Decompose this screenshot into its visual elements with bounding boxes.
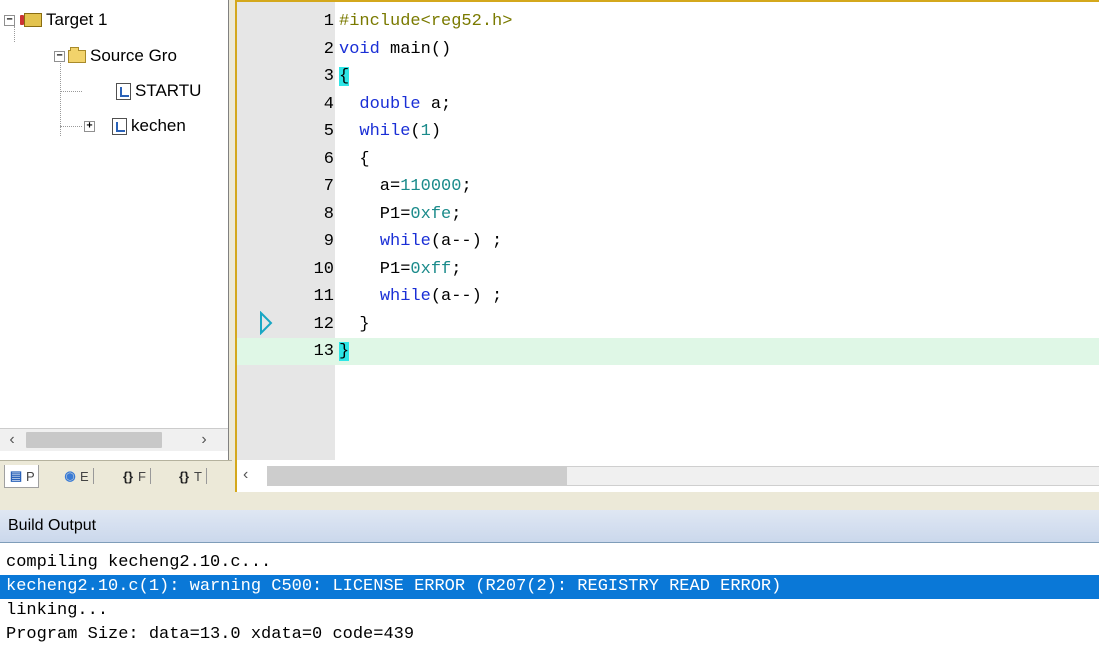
code-text[interactable]: P1=0xfe; — [339, 201, 462, 228]
tab-label: F — [138, 468, 146, 484]
tree-item-label: Target 1 — [46, 10, 108, 29]
line-number: 10 — [313, 259, 334, 279]
tab-templates[interactable]: {} T — [176, 465, 207, 487]
tab-label: P — [26, 468, 35, 484]
build-output-line[interactable]: Program Size: data=13.0 xdata=0 code=439 — [0, 623, 1099, 647]
code-text[interactable]: P1=0xff; — [339, 256, 462, 283]
line-number: 4 — [323, 94, 334, 114]
project-window-tabs: ▤ P ◉ E {} F {} T — [0, 460, 232, 493]
code-line[interactable]: 3{ — [237, 63, 1099, 90]
code-text[interactable]: { — [339, 146, 369, 173]
code-text[interactable]: a=110000; — [339, 173, 472, 200]
line-number: 2 — [323, 39, 334, 59]
code-line[interactable]: 8 P1=0xfe; — [237, 201, 1099, 228]
line-number: 5 — [323, 122, 334, 141]
folder-icon — [68, 46, 86, 63]
collapse-icon[interactable]: − — [54, 50, 65, 62]
tab-books[interactable]: ◉ E — [62, 465, 94, 487]
build-output-pane[interactable]: compiling kecheng2.10.c... kecheng2.10.c(… — [0, 542, 1099, 667]
tree-item-label: kechen — [131, 116, 186, 135]
line-number: 11 — [313, 287, 334, 306]
editor-horizontal-scrollbar[interactable]: ‹ — [235, 460, 1099, 492]
tree-item-kecheng[interactable]: + kechen — [84, 114, 186, 138]
templates-icon: {} — [178, 468, 190, 484]
scrollbar-thumb[interactable] — [267, 466, 567, 486]
books-icon: ◉ — [64, 468, 76, 483]
code-text[interactable]: #include<reg52.h> — [339, 8, 512, 35]
build-output-line[interactable]: kecheng2.10.c(1): warning C500: LICENSE … — [0, 575, 1099, 599]
code-line[interactable]: 7 a=110000; — [237, 173, 1099, 200]
code-line[interactable]: 2 void main() — [237, 36, 1099, 63]
code-line[interactable]: 10 P1=0xff; — [237, 256, 1099, 283]
tree-item-startup[interactable]: STARTU — [116, 79, 201, 103]
tree-item-target[interactable]: − Target 1 — [4, 8, 107, 32]
project-icon: ▤ — [9, 468, 23, 483]
tree-horizontal-scrollbar[interactable]: ‹ › — [0, 428, 228, 451]
code-text[interactable]: } — [339, 338, 350, 365]
scrollbar-thumb[interactable] — [26, 432, 162, 448]
line-number: 9 — [323, 232, 334, 251]
line-number: 1 — [323, 12, 334, 31]
line-number: 8 — [323, 204, 334, 224]
build-output-title: Build Output — [0, 510, 1099, 542]
project-tree-pane: − Target 1 − Source Gro STARTU + kechen … — [0, 0, 229, 461]
build-output-line[interactable]: compiling kecheng2.10.c... — [0, 551, 1099, 575]
code-editor[interactable]: 1 #include<reg52.h> 2 void main() 3{4 double… — [235, 0, 1099, 462]
scroll-left-icon[interactable]: ‹ — [2, 429, 22, 451]
line-number: 6 — [323, 149, 334, 169]
build-output-line[interactable]: linking... — [0, 599, 1099, 623]
code-text[interactable]: double a; — [339, 91, 451, 118]
code-text[interactable]: { — [339, 63, 350, 90]
code-line[interactable]: 6 { — [237, 146, 1099, 173]
code-line[interactable]: 12 } — [237, 311, 1099, 338]
code-text[interactable]: while(a--) ; — [339, 228, 502, 255]
tab-label: T — [194, 468, 202, 484]
tree-item-label: Source Gro — [90, 46, 177, 65]
code-line[interactable]: 4 double a; — [237, 91, 1099, 118]
line-number: 7 — [323, 177, 334, 196]
code-text[interactable]: void main() — [339, 36, 451, 63]
pane-splitter[interactable] — [0, 492, 1099, 510]
line-number: 3 — [323, 67, 334, 86]
expand-icon[interactable]: + — [84, 120, 95, 132]
code-line[interactable]: 11 while(a--) ; — [237, 283, 1099, 310]
code-text[interactable]: while(a--) ; — [339, 283, 502, 310]
code-text[interactable]: while(1) — [339, 118, 441, 145]
tree-item-label: STARTU — [135, 81, 202, 100]
code-line[interactable]: 5 while(1) — [237, 118, 1099, 145]
scroll-right-icon[interactable]: › — [194, 429, 214, 451]
tree-item-source-group[interactable]: − Source Gro — [54, 44, 177, 68]
c-file-icon — [116, 82, 131, 100]
functions-icon: {} — [122, 468, 134, 484]
code-line[interactable]: 9 while(a--) ; — [237, 228, 1099, 255]
line-number: 13 — [313, 342, 334, 361]
code-line[interactable]: 1 #include<reg52.h> — [237, 8, 1099, 35]
tab-label: E — [80, 468, 89, 484]
tab-functions[interactable]: {} F — [120, 465, 151, 487]
line-number: 12 — [313, 314, 334, 334]
code-line[interactable]: 13} — [237, 338, 1099, 365]
target-folder-icon — [20, 13, 42, 27]
scroll-left-icon[interactable]: ‹ — [243, 466, 248, 484]
tab-project[interactable]: ▤ P — [4, 465, 39, 488]
collapse-icon[interactable]: − — [4, 14, 15, 26]
code-text[interactable]: } — [339, 311, 369, 338]
c-file-icon — [112, 117, 127, 135]
